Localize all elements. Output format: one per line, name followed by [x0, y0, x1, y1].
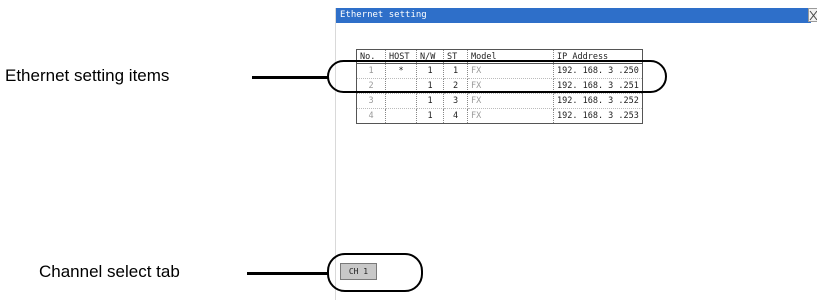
callout-leader-items — [252, 76, 328, 79]
cell-ip-address: 192. 168. 3 .253 — [553, 108, 643, 124]
callout-leader-tab — [247, 272, 328, 275]
table-row[interactable]: 4 1 4 FX 192. 168. 3 .253 — [356, 108, 643, 124]
window-title: Ethernet setting — [336, 8, 811, 23]
highlight-oval-setting-items — [327, 60, 667, 93]
cell-host — [385, 93, 417, 109]
close-icon — [809, 10, 817, 21]
cell-nw: 1 — [416, 93, 444, 109]
cell-model: FX — [467, 93, 554, 109]
cell-model: FX — [467, 108, 554, 124]
table-row[interactable]: 3 1 3 FX 192. 168. 3 .252 — [356, 93, 643, 109]
cell-no: 3 — [356, 93, 386, 109]
close-button[interactable] — [808, 8, 817, 22]
cell-st: 4 — [443, 108, 468, 124]
cell-host — [385, 108, 417, 124]
callout-ethernet-setting-items: Ethernet setting items — [5, 66, 170, 85]
cell-no: 4 — [356, 108, 386, 124]
cell-nw: 1 — [416, 108, 444, 124]
callout-channel-select-tab: Channel select tab — [39, 262, 180, 281]
cell-st: 3 — [443, 93, 468, 109]
highlight-oval-channel-tab — [327, 253, 423, 292]
cell-ip-address: 192. 168. 3 .252 — [553, 93, 643, 109]
